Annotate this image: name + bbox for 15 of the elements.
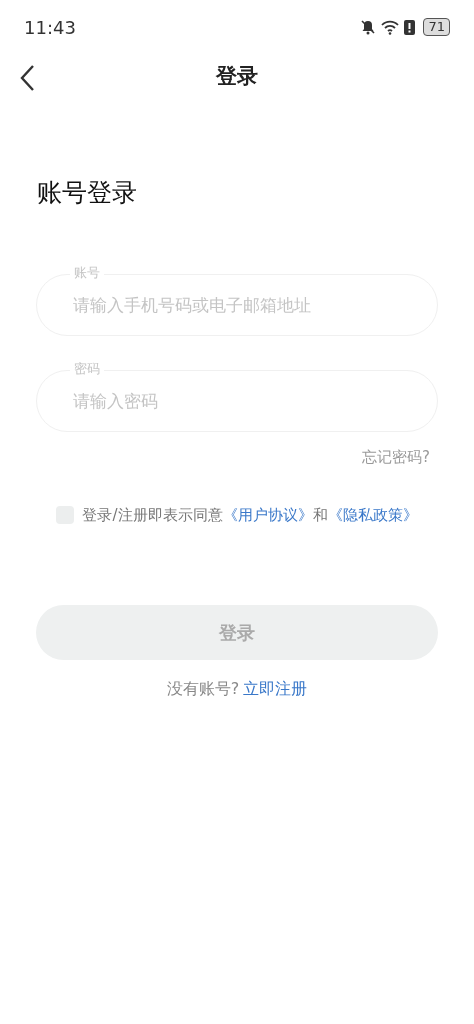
- policy-link[interactable]: 《隐私政策》: [327, 506, 418, 524]
- policy-link[interactable]: 《用户协议》: [222, 506, 313, 524]
- alert-icon: [404, 19, 416, 35]
- register-prompt: 没有账号?: [166, 677, 240, 700]
- register-link[interactable]: 立即注册: [243, 676, 308, 701]
- bell-off-icon: [360, 19, 377, 35]
- field-label: 账号: [70, 263, 104, 282]
- clock: 11:43: [24, 15, 76, 40]
- wifi-icon: [380, 19, 401, 35]
- page-title: 登录: [216, 63, 258, 91]
- battery-indicator: 71: [423, 18, 450, 36]
- page-heading: 账号登录: [37, 177, 138, 209]
- field-label: 密码: [70, 359, 104, 378]
- forgot-password-link[interactable]: 忘记密码?: [362, 445, 430, 468]
- agreement-text: 登录/注册即表示同意《用户协议》和《隐私政策》: [82, 505, 418, 526]
